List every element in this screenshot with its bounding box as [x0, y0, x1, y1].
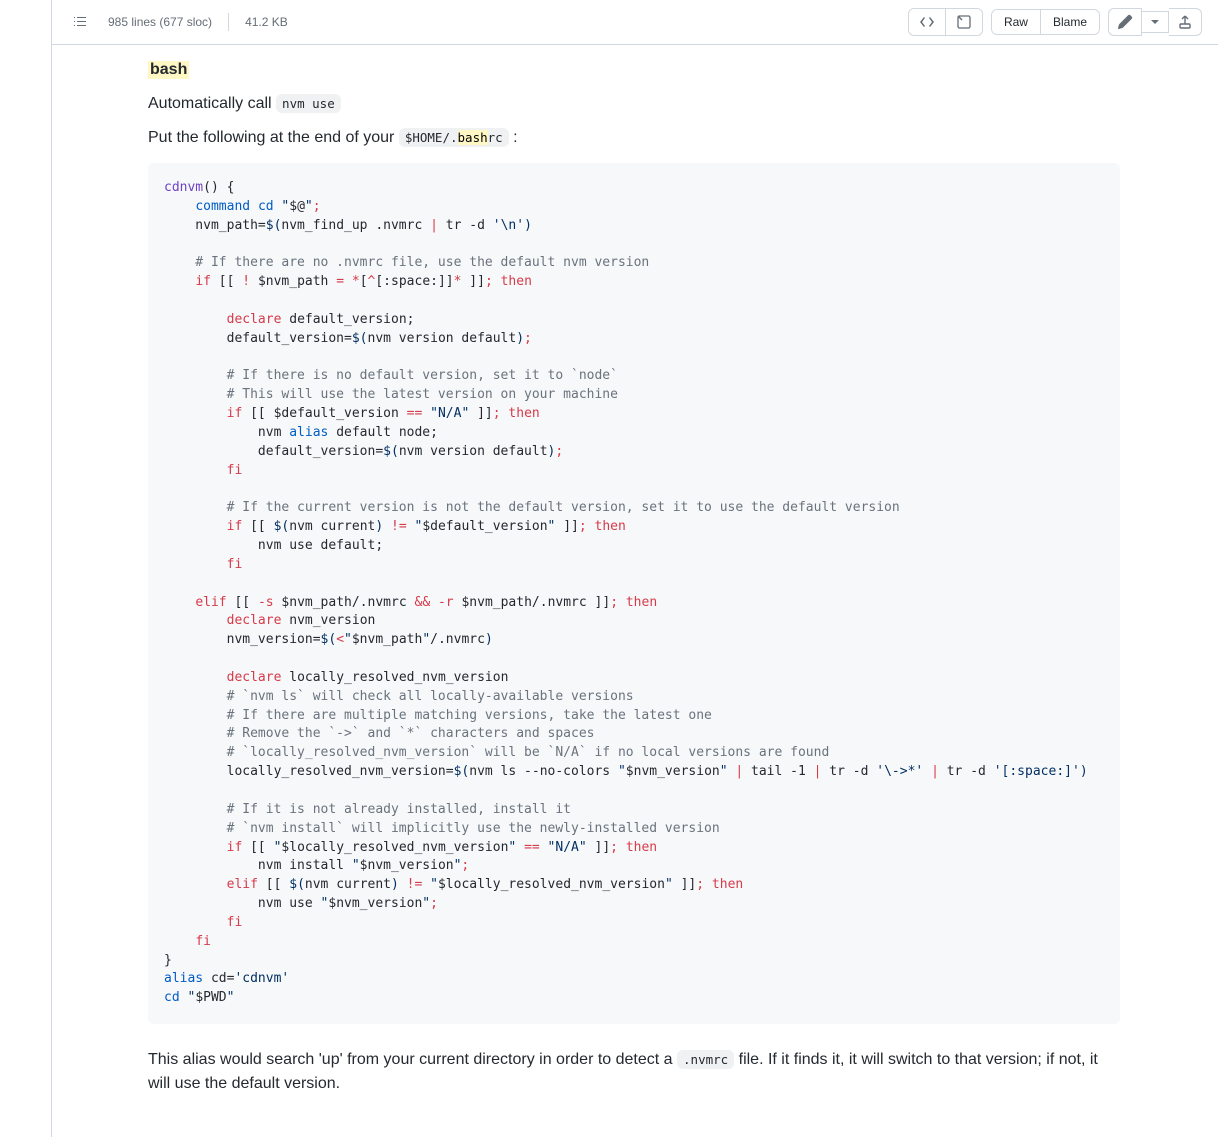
- file-header: 985 lines (677 sloc) 41.2 KB Raw Blame: [52, 0, 1218, 45]
- toc-icon[interactable]: [68, 10, 92, 34]
- nvmrc-inline: .nvmrc: [677, 1050, 734, 1069]
- display-source-button[interactable]: [909, 9, 946, 35]
- display-rendered-button[interactable]: [946, 9, 982, 35]
- readme-content: bash Automatically call nvm use Put the …: [52, 45, 1152, 1128]
- file-lines: 985 lines (677 sloc): [108, 15, 212, 29]
- put-following-text: Put the following at the end of your $HO…: [148, 129, 1120, 147]
- divider: [228, 13, 229, 31]
- post-codeblock-paragraph: This alias would search 'up' from your c…: [148, 1048, 1120, 1096]
- left-gutter: [0, 0, 52, 1137]
- bash-codeblock: cdnvm() { command cd "$@"; nvm_path=$(nv…: [148, 163, 1120, 1024]
- section-heading-bash: bash: [148, 61, 189, 79]
- open-external-button[interactable]: [1169, 8, 1202, 36]
- blame-button[interactable]: Blame: [1041, 9, 1100, 35]
- more-edit-button[interactable]: [1142, 11, 1169, 33]
- file-size: 41.2 KB: [245, 15, 288, 29]
- nvm-use-inline: nvm use: [276, 94, 341, 113]
- edit-button[interactable]: [1108, 8, 1142, 36]
- raw-button[interactable]: Raw: [991, 9, 1041, 35]
- auto-call-text: Automatically call nvm use: [148, 95, 1120, 113]
- bashrc-inline: $HOME/.bashrc: [399, 128, 509, 147]
